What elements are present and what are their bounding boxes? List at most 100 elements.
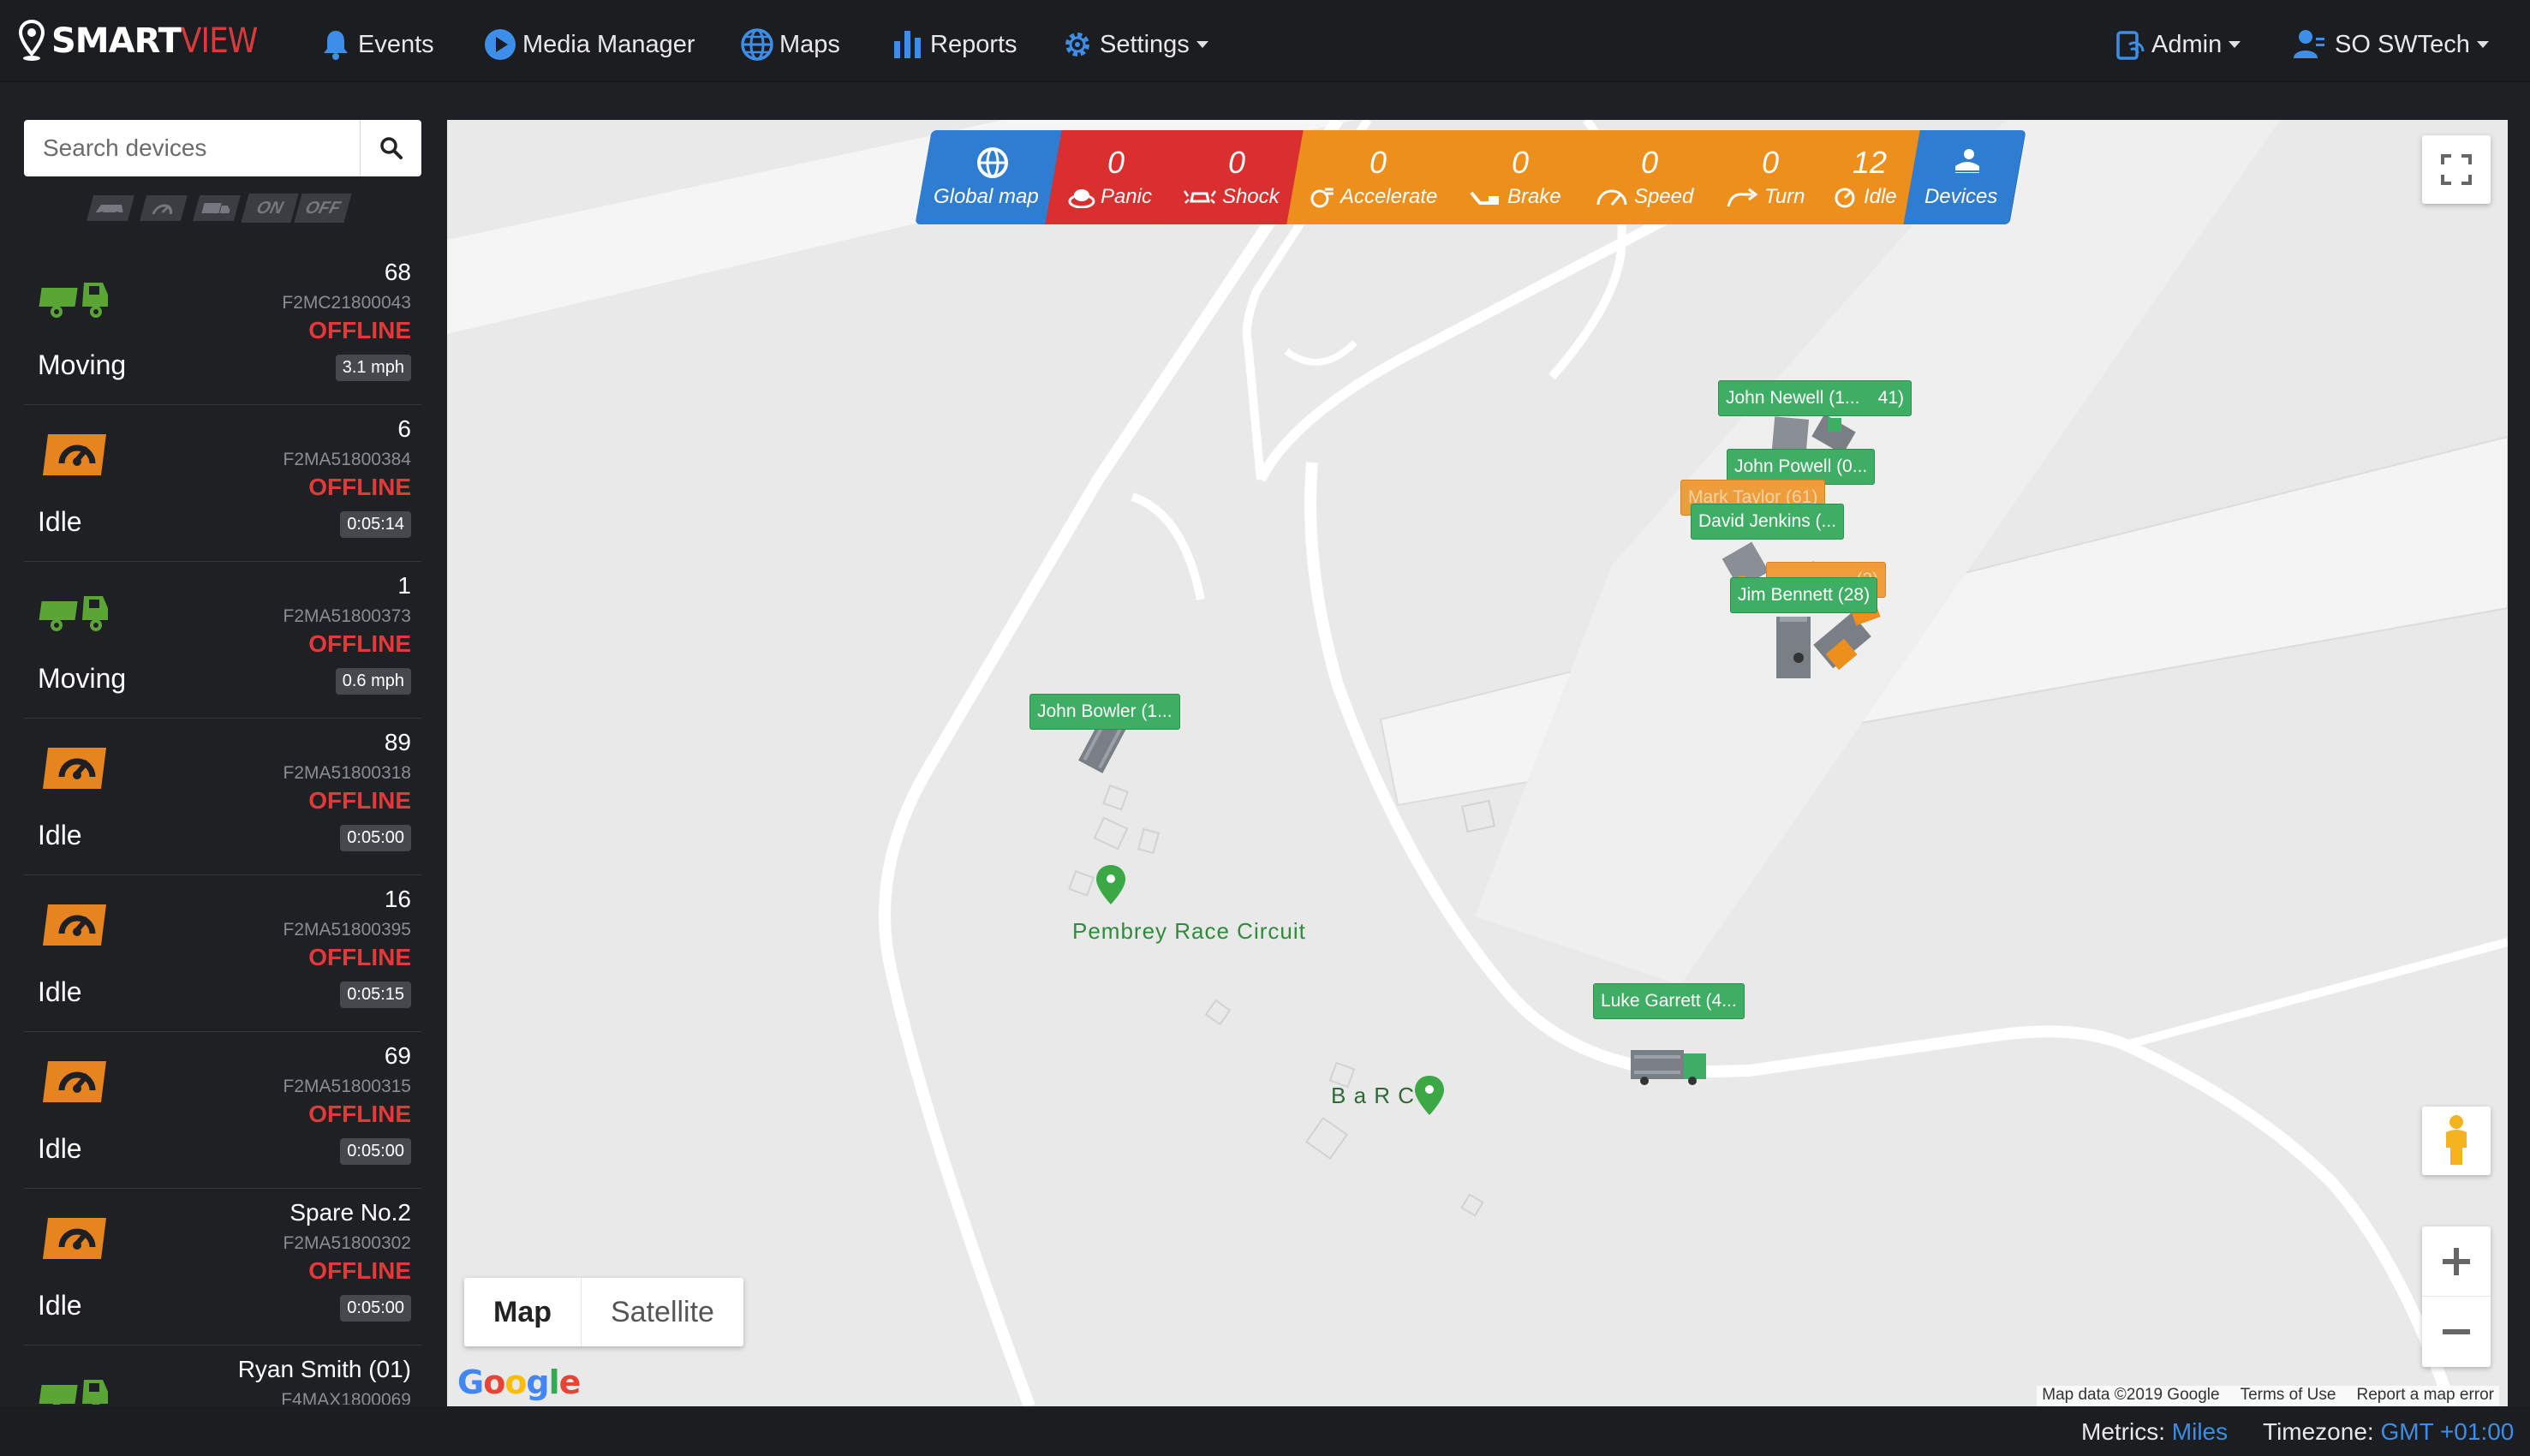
- nav-events[interactable]: Events: [319, 21, 434, 69]
- device-item[interactable]: Ryan Smith (01) F4MAX1800069: [24, 1346, 421, 1405]
- device-item[interactable]: Idle 89 F2MA51800318 OFFLINE 0:05:00: [24, 719, 421, 875]
- device-connection-state: OFFLINE: [308, 630, 411, 657]
- timezone-setting[interactable]: Timezone: GMT +01:00: [2263, 1418, 2514, 1446]
- map-roads: [447, 120, 2508, 1406]
- device-connection-state: OFFLINE: [308, 944, 411, 970]
- device-badge: 0:05:00: [340, 825, 411, 851]
- device-item[interactable]: Moving 68 F2MC21800043 OFFLINE 3.1 mph: [24, 248, 421, 405]
- place-pin-icon[interactable]: [1096, 865, 1125, 904]
- vehicle-label-bennett[interactable]: Jim Bennett (28): [1730, 577, 1878, 613]
- minus-icon: [2443, 1329, 2470, 1334]
- fullscreen-button[interactable]: [2422, 135, 2491, 204]
- fullscreen-icon: [2441, 154, 2472, 185]
- truck-moving-icon: [39, 1380, 108, 1405]
- brake-stat[interactable]: 0 Brake: [1446, 130, 1591, 224]
- vehicle-label-garrett[interactable]: Luke Garrett (4...: [1593, 983, 1745, 1019]
- nav-reports-label: Reports: [930, 30, 1017, 58]
- filter-idle[interactable]: [134, 194, 192, 223]
- device-serial: F2MC21800043: [282, 293, 411, 313]
- turn-count: 0: [1762, 145, 1780, 180]
- device-status: Idle: [38, 820, 82, 850]
- panic-stat[interactable]: 0 Panic: [1045, 130, 1184, 224]
- idle-gauge-icon: [43, 1218, 106, 1259]
- device-serial: F4MAX1800069: [281, 1390, 411, 1405]
- vehicle-label-text: John Newell (1...: [1726, 388, 1860, 408]
- device-item[interactable]: Idle Spare No.2 F2MA51800302 OFFLINE 0:0…: [24, 1189, 421, 1346]
- zoom-in-button[interactable]: [2422, 1226, 2491, 1297]
- nav-maps[interactable]: Maps: [740, 21, 840, 69]
- device-item[interactable]: Idle 6 F2MA51800384 OFFLINE 0:05:14: [24, 405, 421, 562]
- global-map-button[interactable]: Global map: [915, 130, 1065, 224]
- timezone-value: GMT +01:00: [2380, 1418, 2515, 1445]
- device-connection-state: OFFLINE: [308, 787, 411, 814]
- nav-reports[interactable]: Reports: [891, 21, 1017, 69]
- vehicle-label-jenkins[interactable]: David Jenkins (...: [1691, 504, 1845, 540]
- filter-car[interactable]: [81, 194, 139, 223]
- map-type-map[interactable]: Map: [464, 1278, 582, 1346]
- device-name: Ryan Smith (01): [237, 1356, 411, 1382]
- accelerate-stat[interactable]: 0 Accelerate: [1286, 130, 1466, 224]
- turn-stat[interactable]: 0 Turn: [1704, 130, 1833, 224]
- panic-label: Panic: [1101, 185, 1153, 208]
- bell-icon: [324, 31, 348, 60]
- devices-icon: [1953, 149, 1981, 173]
- metrics-value: Miles: [2171, 1418, 2229, 1445]
- speed-stat[interactable]: 0 Speed: [1571, 130, 1725, 224]
- map-view[interactable]: Global map 0 Panic 0 Shock 0 Accelerate …: [447, 120, 2508, 1406]
- map-type-control: Map Satellite: [464, 1278, 743, 1346]
- metrics-setting[interactable]: Metrics: Miles: [2081, 1418, 2228, 1446]
- device-status: Idle: [38, 1290, 82, 1321]
- nav-media-manager[interactable]: Media Manager: [483, 21, 695, 69]
- top-navbar: SMART VIEW Events Media Manager Maps Rep…: [0, 0, 2530, 82]
- device-list: Moving 68 F2MC21800043 OFFLINE 3.1 mph I…: [24, 248, 421, 1405]
- device-item[interactable]: Idle 16 F2MA51800395 OFFLINE 0:05:15: [24, 875, 421, 1032]
- report-map-error-link[interactable]: Report a map error: [2356, 1386, 2494, 1406]
- global-map-label: Global map: [934, 185, 1039, 208]
- filter-moving[interactable]: [188, 194, 245, 223]
- timezone-label: Timezone:: [2263, 1418, 2374, 1445]
- nav-media-manager-label: Media Manager: [522, 30, 695, 58]
- vehicle-label-text: John Powell (0...: [1734, 456, 1868, 476]
- event-stats-bar: Global map 0 Panic 0 Shock 0 Accelerate …: [915, 130, 2026, 224]
- nav-settings-label: Settings: [1100, 30, 1190, 58]
- search-button[interactable]: [360, 120, 421, 176]
- admin-device-icon: [2116, 31, 2145, 60]
- device-item[interactable]: Moving 1 F2MA51800373 OFFLINE 0.6 mph: [24, 562, 421, 719]
- vehicle-label-newell[interactable]: John Newell (1... 41): [1718, 380, 1912, 416]
- vehicle-label-bowler[interactable]: John Bowler (1...: [1029, 694, 1180, 730]
- street-view-pegman[interactable]: [2422, 1107, 2491, 1175]
- device-serial: F2MA51800315: [283, 1077, 411, 1096]
- shock-stat[interactable]: 0 Shock: [1163, 130, 1307, 224]
- search-input[interactable]: [24, 120, 360, 176]
- nav-admin[interactable]: Admin: [2112, 21, 2241, 69]
- map-data-credit: Map data ©2019 Google: [2042, 1386, 2220, 1404]
- place-pin-icon[interactable]: [1415, 1076, 1444, 1115]
- device-item[interactable]: Idle 69 F2MA51800315 OFFLINE 0:05:00: [24, 1032, 421, 1189]
- idle-gauge-icon: [43, 434, 106, 475]
- device-connection-state: OFFLINE: [308, 1257, 411, 1284]
- accelerate-label-row: Accelerate: [1308, 185, 1437, 209]
- zoom-out-button[interactable]: [2422, 1297, 2491, 1367]
- device-status: Moving: [38, 663, 127, 694]
- vehicle-marker[interactable]: [1631, 1050, 1706, 1085]
- filter-off[interactable]: OFF: [294, 194, 352, 223]
- brand-primary: SMART: [51, 21, 182, 61]
- panic-count: 0: [1107, 145, 1125, 180]
- terms-of-use-link[interactable]: Terms of Use: [2241, 1386, 2336, 1406]
- nav-events-label: Events: [358, 30, 434, 58]
- devices-button[interactable]: Devices: [1903, 130, 2026, 224]
- filter-on-label: ON: [254, 198, 286, 218]
- device-name: 6: [397, 415, 411, 442]
- device-badge: 0:05:00: [340, 1138, 411, 1165]
- shock-label-row: Shock: [1183, 185, 1280, 209]
- smartview-logo[interactable]: SMART VIEW: [19, 17, 258, 65]
- device-badge: 3.1 mph: [335, 355, 411, 381]
- device-name: Spare No.2: [289, 1199, 411, 1226]
- speed-label-row: Speed: [1595, 185, 1693, 209]
- plus-icon: [2443, 1247, 2470, 1275]
- place-label: B a R C: [1331, 1083, 1416, 1108]
- nav-user[interactable]: SO SWTech: [2288, 21, 2489, 69]
- filter-on[interactable]: ON: [241, 194, 299, 223]
- nav-settings[interactable]: Settings: [1060, 21, 1208, 69]
- map-type-satellite[interactable]: Satellite: [582, 1278, 743, 1346]
